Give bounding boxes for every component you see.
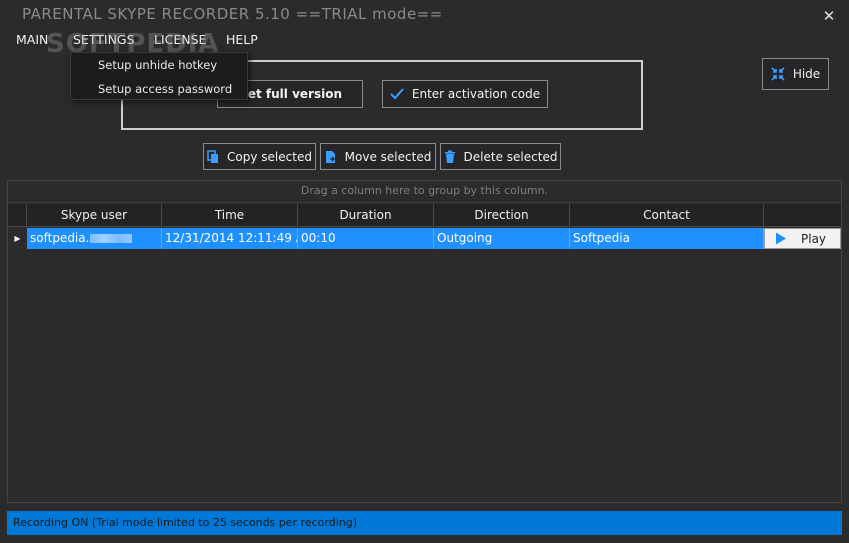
cell-time: 12/31/2014 12:11:49 AM xyxy=(162,228,298,249)
cell-contact: Softpedia xyxy=(570,228,764,249)
cell-skype-user: softpedia. xyxy=(27,228,162,249)
recordings-grid: Drag a column here to group by this colu… xyxy=(7,180,842,503)
window-title: PARENTAL SKYPE RECORDER 5.10 ==TRIAL mod… xyxy=(22,5,443,23)
table-row[interactable]: ▶ softpedia. 12/31/2014 12:11:49 AM 00:1… xyxy=(8,228,841,249)
hide-button[interactable]: Hide xyxy=(762,58,829,90)
column-header-direction[interactable]: Direction xyxy=(434,204,570,227)
play-icon xyxy=(775,232,787,245)
cell-direction: Outgoing xyxy=(434,228,570,249)
get-full-version-label: Get full version xyxy=(238,87,342,101)
row-pointer-icon: ▶ xyxy=(8,228,27,249)
menu-license[interactable]: LICENSE xyxy=(154,32,206,47)
menu-main[interactable]: MAIN xyxy=(16,32,48,47)
delete-selected-button[interactable]: Delete selected xyxy=(440,143,561,170)
move-file-icon xyxy=(325,150,337,164)
redacted-blur xyxy=(90,234,133,243)
play-button[interactable]: Play xyxy=(764,228,841,249)
column-header-contact[interactable]: Contact xyxy=(570,204,764,227)
cell-duration: 00:10 xyxy=(298,228,434,249)
play-label: Play xyxy=(801,231,827,246)
setup-access-password-item[interactable]: Setup access password xyxy=(98,82,232,96)
column-header-time[interactable]: Time xyxy=(162,204,298,227)
close-button[interactable]: ✕ xyxy=(819,6,839,26)
skype-user-value: softpedia. xyxy=(30,231,90,245)
row-indicator-header xyxy=(8,204,27,227)
copy-selected-label: Copy selected xyxy=(227,149,312,164)
settings-dropdown-menu: Setup unhide hotkey Setup access passwor… xyxy=(70,52,248,100)
hide-label: Hide xyxy=(792,67,821,81)
column-header-duration[interactable]: Duration xyxy=(298,204,434,227)
column-header-skype-user[interactable]: Skype user xyxy=(27,204,162,227)
move-selected-button[interactable]: Move selected xyxy=(320,143,436,170)
group-by-panel[interactable]: Drag a column here to group by this colu… xyxy=(8,181,841,203)
collapse-arrows-icon xyxy=(771,67,785,81)
menu-help[interactable]: HELP xyxy=(226,32,258,47)
move-selected-label: Move selected xyxy=(344,149,432,164)
enter-activation-code-button[interactable]: Enter activation code xyxy=(382,80,548,108)
title-bar: PARENTAL SKYPE RECORDER 5.10 ==TRIAL mod… xyxy=(0,0,849,30)
setup-unhide-hotkey-item[interactable]: Setup unhide hotkey xyxy=(98,58,217,72)
copy-selected-button[interactable]: Copy selected xyxy=(203,143,316,170)
column-header-play xyxy=(764,204,841,227)
enter-activation-code-label: Enter activation code xyxy=(411,87,541,101)
status-bar: Recording ON (Trial mode limited to 25 s… xyxy=(7,511,842,535)
trash-icon xyxy=(444,150,456,164)
menu-settings[interactable]: SETTINGS xyxy=(73,32,135,47)
copy-icon xyxy=(207,149,219,164)
delete-selected-label: Delete selected xyxy=(463,149,558,164)
checkmark-icon xyxy=(390,88,404,100)
